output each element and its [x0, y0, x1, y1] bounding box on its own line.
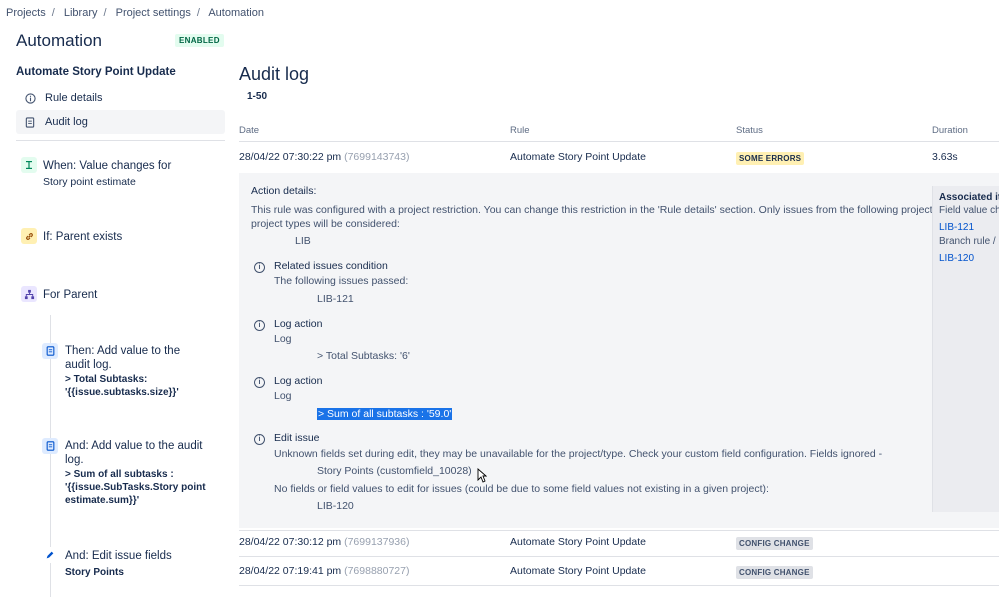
column-header-date[interactable]: Date	[239, 125, 259, 136]
related-issues-title: Related issues condition	[274, 260, 388, 272]
condition-link-icon	[21, 228, 37, 244]
row-id-text: (7699143743)	[344, 151, 410, 163]
table-row-date[interactable]: 28/04/22 07:19:41 pm (7698880727)	[239, 565, 409, 577]
table-row-date[interactable]: 28/04/22 07:30:12 pm (7699137936)	[239, 536, 409, 548]
row-divider	[239, 530, 999, 531]
info-icon	[24, 92, 36, 104]
step-then-value-line1: > Total Subtasks:	[65, 374, 148, 385]
log-action-title: Log action	[274, 375, 323, 387]
action-details-panel: Action details: This rule was configured…	[239, 173, 999, 528]
row-id-text: (7698880727)	[344, 565, 410, 577]
step-trigger-subtitle: Story point estimate	[43, 176, 136, 188]
step-then-value-line2: '{{issue.subtasks.size}}'	[65, 387, 179, 398]
header-divider	[239, 141, 999, 142]
sidebar-item-label: Rule details	[45, 92, 103, 104]
edit-issue-warning: Unknown fields set during edit, they may…	[274, 448, 883, 460]
step-and-log-value-line2: '{{issue.SubTasks.Story point	[65, 482, 206, 493]
sidebar-divider	[16, 140, 225, 141]
log-action-value-selected[interactable]: > Sum of all subtasks : '59.0'	[317, 407, 453, 422]
status-lozenge-config-change: CONFIG CHANGE	[736, 566, 813, 579]
edit-issue-key: LIB-120	[317, 500, 354, 512]
step-and-log-title-line1: And: Add value to the audit	[65, 440, 203, 452]
column-header-duration[interactable]: Duration	[932, 125, 968, 136]
info-icon: i	[254, 320, 265, 331]
edit-issue-field: Story Points (customfield_10028)	[317, 465, 472, 477]
edit-issue-title: Edit issue	[274, 432, 320, 444]
status-badge: ENABLED	[175, 34, 224, 47]
row-date-text: 28/04/22 07:30:22 pm	[239, 151, 342, 163]
associated-issue-link[interactable]: LIB-120	[939, 253, 974, 264]
log-action-value: > Total Subtasks: '6'	[317, 350, 410, 362]
breadcrumb-library[interactable]: Library	[64, 7, 98, 19]
row-date-text: 28/04/22 07:30:12 pm	[239, 536, 342, 548]
table-row-date[interactable]: 28/04/22 07:30:22 pm (7699143743)	[239, 151, 409, 163]
associated-issue-link[interactable]: LIB-121	[939, 222, 974, 233]
step-and-log-value: > Sum of all subtasks : '{{issue.SubTask…	[65, 468, 206, 507]
selected-text: > Sum of all subtasks : '59.0'	[317, 408, 453, 420]
log-action-title: Log action	[274, 318, 323, 330]
step-then-title-line2: audit log.	[65, 359, 112, 371]
branch-icon	[21, 286, 37, 302]
info-icon: i	[254, 262, 265, 273]
rule-name: Automate Story Point Update	[16, 66, 176, 78]
related-issue-key: LIB-121	[317, 293, 354, 305]
step-branch-title[interactable]: For Parent	[43, 288, 97, 302]
column-header-rule[interactable]: Rule	[510, 125, 530, 136]
associated-items-line1: Field value cha	[939, 205, 999, 216]
step-then-title-line1: Then: Add value to the	[65, 345, 181, 357]
table-row-rule: Automate Story Point Update	[510, 536, 646, 548]
row-date-text: 28/04/22 07:19:41 pm	[239, 565, 342, 577]
table-row-duration: 3.63s	[932, 151, 958, 163]
breadcrumb-project-settings[interactable]: Project settings	[116, 7, 191, 19]
step-and-log-value-line1: > Sum of all subtasks :	[65, 469, 174, 480]
restriction-text-line2: project types will be considered:	[251, 218, 400, 230]
table-row-rule: Automate Story Point Update	[510, 151, 646, 163]
breadcrumb-projects[interactable]: Projects	[6, 7, 46, 19]
step-condition-title[interactable]: If: Parent exists	[43, 230, 122, 244]
log-action-subtitle: Log	[274, 333, 292, 345]
action-details-heading: Action details:	[251, 185, 317, 197]
step-trigger-title[interactable]: When: Value changes for	[43, 159, 171, 173]
row-id-text: (7699137936)	[344, 536, 410, 548]
step-edit-value: Story Points	[65, 567, 124, 578]
breadcrumb-automation[interactable]: Automation	[208, 7, 264, 19]
sidebar-item-audit-log[interactable]: Audit log	[16, 110, 225, 134]
step-and-log-title[interactable]: And: Add value to the audit log.	[65, 439, 202, 467]
restriction-project: LIB	[295, 235, 311, 247]
log-action-subtitle: Log	[274, 390, 292, 402]
step-then-value: > Total Subtasks: '{{issue.subtasks.size…	[65, 373, 179, 399]
pencil-icon	[42, 547, 58, 563]
status-lozenge-config-change: CONFIG CHANGE	[736, 537, 813, 550]
column-header-status[interactable]: Status	[736, 125, 763, 136]
mouse-cursor-icon	[477, 468, 487, 483]
info-icon: i	[254, 377, 265, 388]
step-and-log-value-line3: estimate.sum}}'	[65, 495, 140, 506]
sidebar-item-label: Audit log	[45, 116, 88, 128]
row-divider	[239, 585, 999, 586]
page-title: Automation	[16, 31, 102, 50]
edit-issue-nofields: No fields or field values to edit for is…	[274, 483, 769, 495]
sidebar-item-rule-details[interactable]: Rule details	[16, 86, 225, 110]
status-lozenge-some-errors: SOME ERRORS	[736, 152, 805, 165]
step-then-title[interactable]: Then: Add value to the audit log.	[65, 344, 180, 372]
step-and-log-title-line2: log.	[65, 454, 84, 466]
document-icon	[24, 116, 36, 128]
associated-items-title: Associated ite	[939, 192, 999, 203]
restriction-text-line1: This rule was configured with a project …	[251, 204, 951, 216]
related-issues-subtitle: The following issues passed:	[274, 275, 409, 287]
trigger-icon	[21, 157, 37, 173]
associated-items-panel: Associated ite Field value cha LIB-121 B…	[932, 186, 999, 512]
log-action-icon	[42, 438, 58, 454]
associated-items-line2: Branch rule / r	[939, 236, 999, 247]
table-row-rule: Automate Story Point Update	[510, 565, 646, 577]
log-action-icon	[42, 343, 58, 359]
info-icon: i	[254, 434, 265, 445]
pagination-range: 1-50	[247, 91, 268, 102]
row-divider	[239, 556, 999, 557]
audit-log-title: Audit log	[239, 64, 310, 84]
step-edit-title[interactable]: And: Edit issue fields	[65, 549, 172, 563]
breadcrumb: Projects / Library / Project settings / Aut…	[6, 7, 264, 19]
